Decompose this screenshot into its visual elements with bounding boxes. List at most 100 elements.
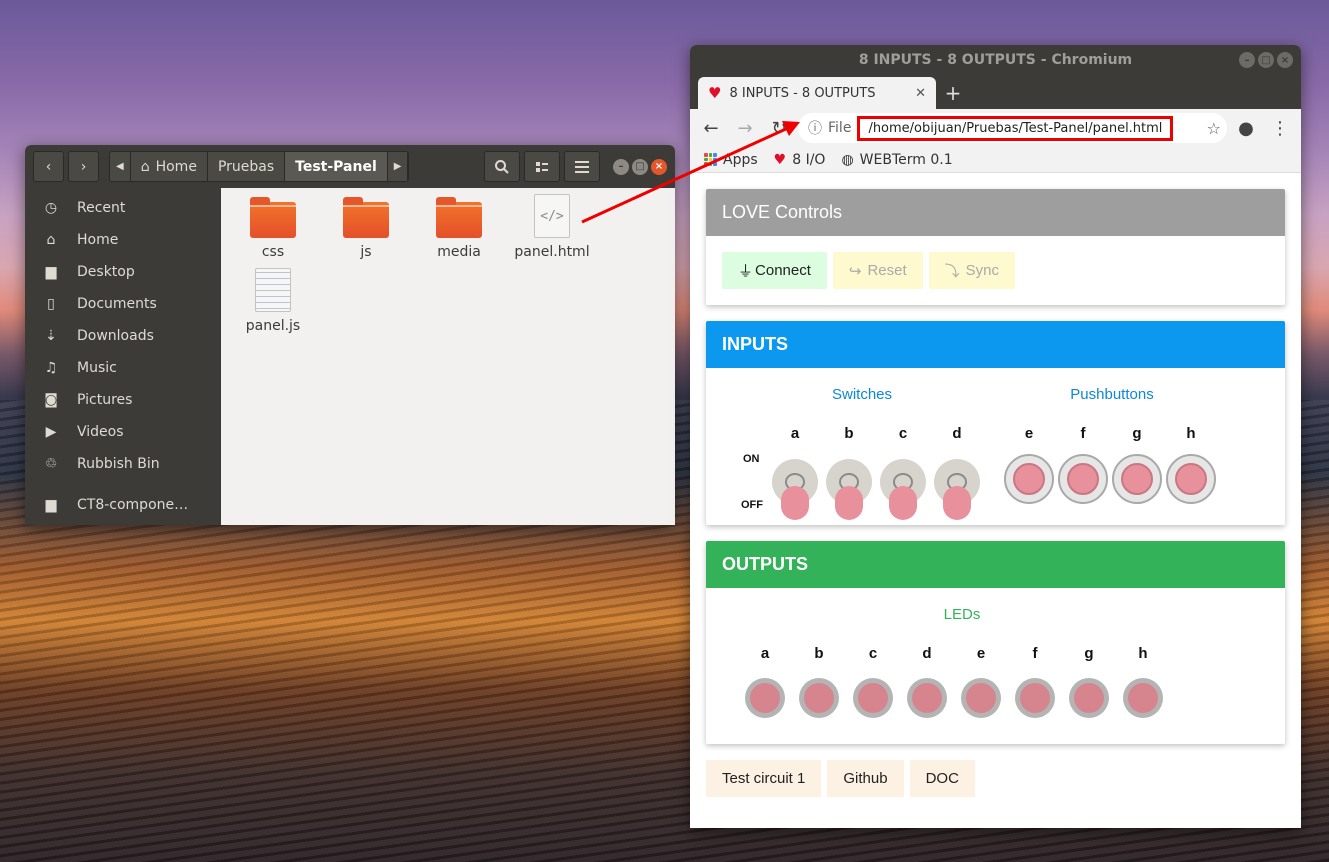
- sidebar-item-desktop[interactable]: ▆ Desktop: [25, 256, 221, 288]
- close-button[interactable]: ×: [1277, 52, 1293, 68]
- file-item-css[interactable]: css: [228, 197, 318, 260]
- led-a-label: a: [760, 645, 770, 662]
- file-item-media[interactable]: media: [414, 197, 504, 260]
- reset-button[interactable]: ↪ Reset: [832, 252, 923, 289]
- pushbutton-e[interactable]: [1004, 454, 1054, 504]
- folder-icon: [250, 197, 296, 238]
- more-menu-icon[interactable]: ⋮: [1265, 118, 1295, 139]
- breadcrumb-test-panel[interactable]: Test-Panel: [285, 152, 388, 181]
- menu-button[interactable]: [564, 151, 600, 182]
- plug-icon: ⏚: [738, 263, 754, 280]
- close-button[interactable]: ×: [651, 158, 667, 175]
- reload-icon[interactable]: ↻: [764, 118, 794, 139]
- breadcrumb-scroll-left[interactable]: ◀: [110, 152, 131, 181]
- switch-d[interactable]: [934, 459, 980, 520]
- folder-icon: ▆: [45, 264, 57, 280]
- url-text[interactable]: /home/obijuan/Pruebas/Test-Panel/panel.h…: [857, 115, 1174, 141]
- outputs-card: OUTPUTS LEDs a b c d e f g h: [706, 541, 1285, 744]
- sidebar-item-documents[interactable]: ▯ Documents: [25, 288, 221, 320]
- back-arrow-icon[interactable]: ←: [696, 118, 726, 139]
- love-controls-card: LOVE Controls ⏚ Connect ↪ Reset ⤵ Sync: [706, 189, 1285, 305]
- pushbutton-h-label: h: [1186, 425, 1196, 442]
- pushbutton-h[interactable]: [1166, 454, 1216, 504]
- view-toggle-button[interactable]: [524, 151, 560, 182]
- breadcrumb-scroll-right[interactable]: ▶: [387, 152, 409, 181]
- pushbutton-g[interactable]: [1112, 454, 1162, 504]
- chevron-right-icon: ›: [80, 158, 87, 175]
- led-e: [961, 678, 1001, 718]
- bookmark-webterm[interactable]: ◍ WEBTerm 0.1: [841, 152, 952, 168]
- pushbuttons-title: Pushbuttons: [1070, 386, 1154, 403]
- home-icon: ⌂: [140, 158, 150, 175]
- doc-button[interactable]: DOC: [909, 760, 975, 797]
- browser-toolbar: ← → ↻ ⓘ File /home/obijuan/Pruebas/Test-…: [690, 109, 1301, 147]
- sync-arrow-icon: ⤵: [944, 263, 960, 280]
- html-file-icon: </>: [534, 194, 570, 238]
- tab-8-inputs-8-outputs[interactable]: ♥ 8 INPUTS - 8 OUTPUTS ✕: [698, 77, 936, 109]
- pushbutton-f[interactable]: [1058, 454, 1108, 504]
- maximize-button[interactable]: □: [1258, 52, 1274, 68]
- led-e-label: e: [976, 645, 986, 662]
- file-view: css js media </> panel.html panel.js: [221, 188, 675, 525]
- bookmark-8-io[interactable]: ♥ 8 I/O: [774, 152, 826, 168]
- forward-arrow-icon[interactable]: →: [730, 118, 760, 139]
- sidebar-item-downloads[interactable]: ⇣ Downloads: [25, 320, 221, 352]
- breadcrumb-home[interactable]: ⌂ Home: [130, 152, 208, 181]
- sync-button[interactable]: ⤵ Sync: [928, 252, 1016, 289]
- drive-icon: ▆: [45, 497, 57, 513]
- back-button[interactable]: ‹: [33, 151, 64, 182]
- maximize-button[interactable]: □: [632, 158, 648, 175]
- sidebar-item-videos[interactable]: ▶ Videos: [25, 416, 221, 448]
- clock-icon: ◷: [44, 200, 58, 216]
- bookmark-star-icon[interactable]: ☆: [1207, 119, 1221, 138]
- led-b: [799, 678, 839, 718]
- bookmark-apps[interactable]: Apps: [704, 152, 758, 168]
- forward-button[interactable]: ›: [68, 151, 99, 182]
- connect-button[interactable]: ⏚ Connect: [722, 252, 827, 289]
- document-icon: ▯: [47, 296, 55, 312]
- minimize-button[interactable]: –: [613, 158, 629, 175]
- breadcrumb-pruebas[interactable]: Pruebas: [207, 152, 286, 181]
- bookmarks-bar: Apps ♥ 8 I/O ◍ WEBTerm 0.1: [690, 147, 1301, 173]
- sidebar-item-home[interactable]: ⌂ Home: [25, 224, 221, 256]
- leds-title: LEDs: [943, 606, 981, 623]
- sidebar-item-rubbish-bin[interactable]: ♲ Rubbish Bin: [25, 448, 221, 480]
- js-file-icon: [255, 268, 291, 312]
- search-icon: [495, 159, 509, 174]
- address-bar[interactable]: ⓘ File /home/obijuan/Pruebas/Test-Panel/…: [798, 113, 1227, 143]
- file-item-panel-html[interactable]: </> panel.html: [507, 194, 597, 260]
- led-h-label: h: [1138, 645, 1148, 662]
- redo-arrow-icon: ↪: [848, 262, 862, 280]
- switch-c-label: c: [898, 425, 908, 442]
- new-tab-button[interactable]: +: [936, 81, 970, 109]
- home-icon: ⌂: [46, 232, 56, 248]
- camera-icon: ◙: [44, 392, 58, 408]
- profile-icon[interactable]: ●: [1231, 118, 1261, 139]
- outputs-title: OUTPUTS: [706, 541, 1285, 588]
- folder-icon: [343, 197, 389, 238]
- minimize-button[interactable]: –: [1239, 52, 1255, 68]
- sidebar-item-recent[interactable]: ◷ Recent: [25, 192, 221, 224]
- sidebar-item-pictures[interactable]: ◙ Pictures: [25, 384, 221, 416]
- file-item-panel-js[interactable]: panel.js: [228, 268, 318, 334]
- page-content: LOVE Controls ⏚ Connect ↪ Reset ⤵ Sync I…: [690, 173, 1301, 797]
- heart-icon: ♥: [773, 151, 787, 168]
- switch-c[interactable]: [880, 459, 926, 520]
- video-icon: ▶: [45, 424, 57, 440]
- switch-b[interactable]: [826, 459, 872, 520]
- search-button[interactable]: [484, 151, 520, 182]
- sidebar-item-ct8-drive[interactable]: ▆ CT8-compone…: [25, 489, 221, 521]
- info-icon[interactable]: ⓘ: [808, 118, 822, 138]
- trash-icon: ♲: [44, 456, 58, 472]
- list-view-icon: [536, 161, 548, 172]
- switch-a[interactable]: [772, 459, 818, 520]
- tab-close-icon[interactable]: ✕: [915, 86, 926, 101]
- heart-icon: ♥: [708, 84, 722, 102]
- sidebar: ◷ Recent ⌂ Home ▆ Desktop ▯ Documents ⇣ Downl…: [25, 188, 221, 525]
- led-g-label: g: [1084, 645, 1094, 662]
- file-item-js[interactable]: js: [321, 197, 411, 260]
- window-controls: – □ ×: [1236, 52, 1293, 68]
- sidebar-item-music[interactable]: ♫ Music: [25, 352, 221, 384]
- github-button[interactable]: Github: [827, 760, 904, 797]
- test-circuit-1-button[interactable]: Test circuit 1: [706, 760, 822, 797]
